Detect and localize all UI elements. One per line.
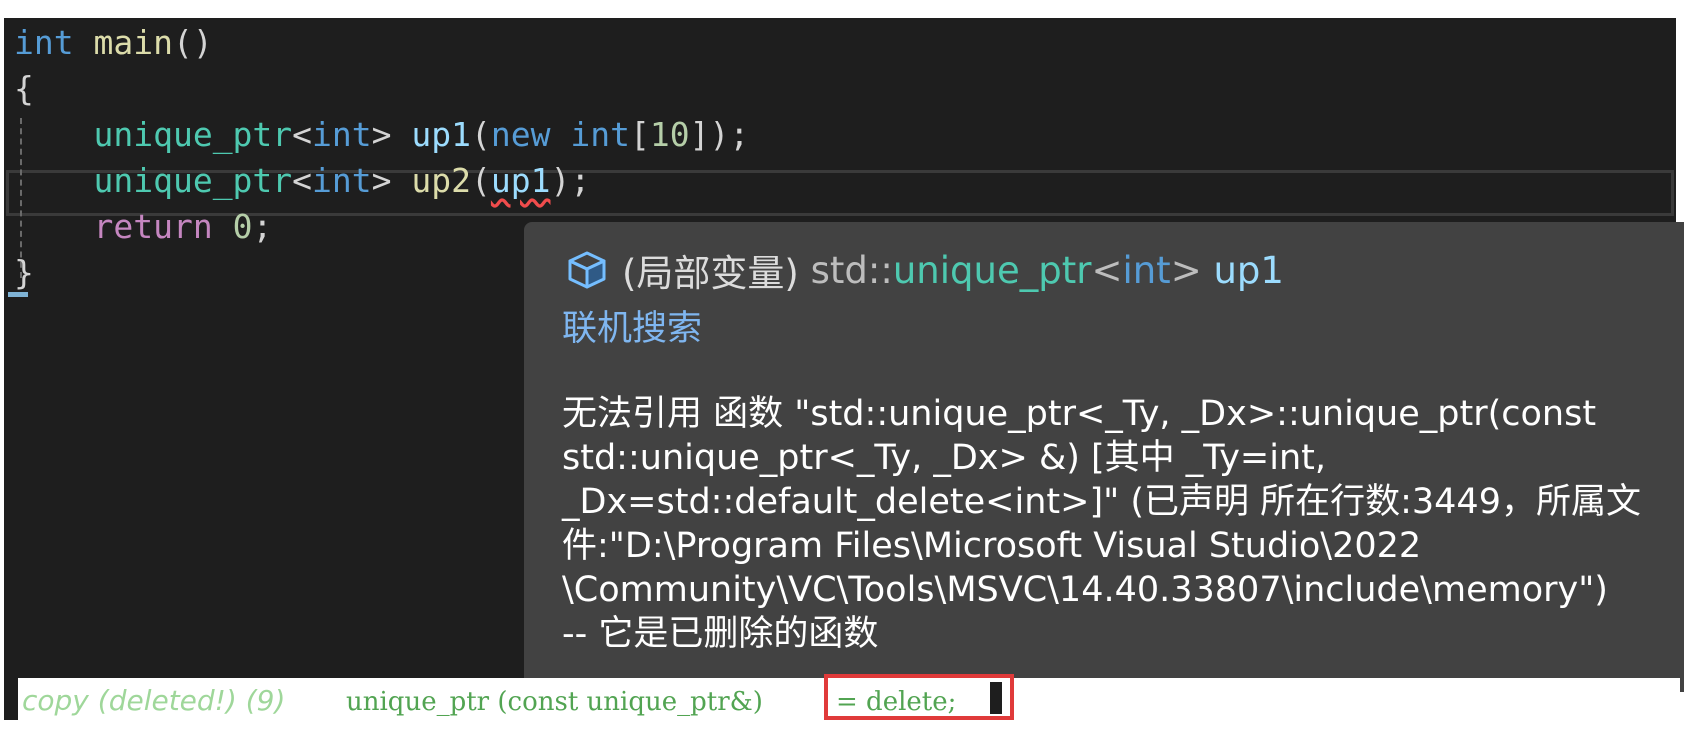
search-online-link[interactable]: 联机搜索 (562, 300, 702, 351)
tooltip-header: (局部变量) std:: unique_ptr < int > up1 (564, 246, 1284, 295)
bracket-close: ]) (689, 115, 730, 154)
keyword-int: int (570, 115, 630, 154)
deleted-highlight-box: = delete; (824, 674, 1014, 720)
code-line-6[interactable]: } (14, 250, 34, 296)
signature-name: copy (deleted!) (9) (22, 684, 286, 717)
tooltip-namespace: std:: (810, 248, 893, 292)
tooltip-lt: < (1091, 248, 1123, 292)
tooltip-gt: > (1170, 248, 1202, 292)
error-message-line: \Community\VC\Tools\MSVC\14.40.33807\inc… (562, 570, 1608, 610)
angle-open: < (292, 161, 313, 200)
signature-line: copy (deleted!) (9) unique_ptr (const un… (18, 674, 1680, 722)
keyword-int: int (14, 23, 74, 62)
function-main: main (93, 23, 173, 62)
variable-up1[interactable]: up1 (411, 115, 471, 154)
text-cursor-marker (8, 292, 28, 297)
keyword-int: int (312, 161, 372, 200)
signature-deleted: = delete; (836, 687, 957, 717)
keyword-return: return (93, 207, 213, 246)
code-line-4[interactable]: unique_ptr<int> up2(up1); (14, 158, 590, 204)
error-message-line: 无法引用 函数 "std::unique_ptr<_Ty, _Dx>::uniq… (562, 394, 1597, 434)
tooltip-template-arg: int (1122, 248, 1171, 292)
angle-open: < (292, 115, 313, 154)
error-message-line: 件:"D:\Program Files\Microsoft Visual Stu… (562, 526, 1422, 566)
error-message-line: _Dx=std::default_delete<int>]" (已声明 所在行数… (562, 482, 1641, 522)
tooltip-variable: up1 (1201, 248, 1284, 292)
angle-close: > (371, 161, 392, 200)
bracket-open: [ (629, 115, 650, 154)
tooltip-prefix: (局部变量) (622, 252, 811, 295)
code-line-3[interactable]: unique_ptr<int> up1(new int[10]); (14, 112, 749, 158)
type-unique-ptr: unique_ptr (93, 161, 293, 200)
tooltip-type: unique_ptr (892, 248, 1092, 292)
caret-block (990, 682, 1002, 714)
code-line-2[interactable]: { (14, 66, 34, 112)
number-literal: 0 (232, 207, 253, 246)
code-line-1[interactable]: int main() (14, 20, 213, 66)
semicolon: ; (729, 115, 750, 154)
error-message-line: -- 它是已删除的函数 (562, 614, 879, 654)
number-literal: 10 (649, 115, 690, 154)
quickinfo-tooltip[interactable]: (局部变量) std:: unique_ptr < int > up1 联机搜索 无法引… (524, 222, 1684, 692)
paren-close: ) (550, 161, 571, 200)
local-variable-cube-icon (568, 251, 606, 289)
error-message-line: std::unique_ptr<_Ty, _Dx> &) [其中 _Ty=int… (562, 438, 1327, 478)
paren-open: ( (471, 115, 491, 154)
brace-close: } (14, 253, 34, 292)
angle-close: > (371, 115, 392, 154)
semicolon: ; (252, 207, 273, 246)
error-message: 无法引用 函数 "std::unique_ptr<_Ty, _Dx>::uniq… (562, 392, 1682, 656)
paren-open: ( (471, 161, 491, 200)
brace-open: { (14, 69, 34, 108)
code-line-5[interactable]: return 0; (14, 204, 272, 250)
error-argument-up1[interactable]: up1 (491, 161, 551, 200)
variable-up2[interactable]: up2 (411, 161, 471, 200)
semicolon: ; (570, 161, 591, 200)
keyword-int: int (312, 115, 372, 154)
type-unique-ptr: unique_ptr (93, 115, 293, 154)
keyword-new: new (490, 115, 551, 154)
signature-declaration: unique_ptr (const unique_ptr&) (346, 687, 763, 717)
parens: () (172, 23, 213, 62)
